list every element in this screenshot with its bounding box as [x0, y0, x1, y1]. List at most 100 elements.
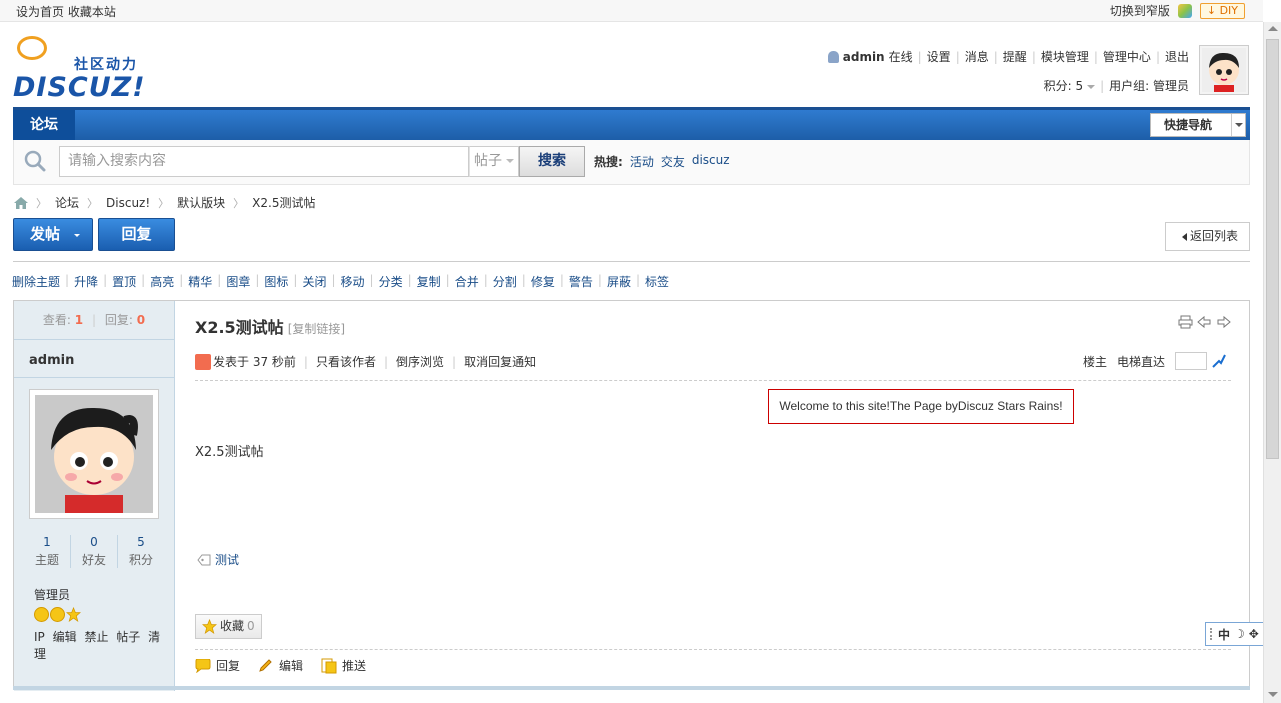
mod-tag[interactable]: 标签 [645, 273, 669, 290]
settings-link[interactable]: 设置 [927, 48, 951, 65]
mod-delete-thread[interactable]: 删除主题 [12, 273, 60, 290]
copy-link[interactable]: [复制链接] [288, 322, 345, 336]
mod-split[interactable]: 分割 [493, 273, 517, 290]
welcome-notice: Welcome to this site!The Page byDiscuz S… [768, 389, 1074, 424]
print-icon[interactable] [1178, 315, 1193, 329]
author-threads[interactable]: 1 主题 [24, 535, 71, 568]
breadcrumb-item[interactable]: 论坛 [55, 194, 79, 211]
points-link[interactable]: 积分: 5 [1044, 77, 1096, 94]
tag-link[interactable]: 测试 [215, 551, 239, 568]
mod-digest[interactable]: 精华 [188, 273, 212, 290]
author-edit-link[interactable]: 编辑 [53, 630, 77, 644]
go-icon[interactable] [1211, 353, 1227, 369]
diy-button[interactable]: ↓ DIY [1199, 2, 1245, 19]
mod-bump[interactable]: 升降 [74, 273, 98, 290]
messages-link[interactable]: 消息 [965, 48, 989, 65]
floor-jump-input[interactable] [1175, 352, 1207, 370]
bookmark-link[interactable]: 收藏本站 [68, 5, 116, 19]
author-ban-link[interactable]: 禁止 [84, 630, 108, 644]
author-avatar[interactable] [29, 389, 159, 519]
home-icon[interactable] [14, 196, 28, 209]
hot-search-link[interactable]: 交友 [661, 153, 685, 170]
thread-tools [1178, 315, 1231, 329]
quick-nav-button[interactable]: 快捷导航 [1150, 113, 1246, 137]
scrollbar-thumb[interactable] [1266, 39, 1279, 459]
cancel-notify-link[interactable]: 取消回复通知 [464, 353, 536, 370]
drag-handle[interactable] [1210, 628, 1214, 640]
post-push-label: 推送 [342, 659, 367, 673]
post-content: X2.5测试帖 [复制链接] 发表于 37 秒前 | 只看该作者 | 倒序浏览 |… [176, 301, 1249, 691]
quick-nav-label: 快捷导航 [1164, 118, 1213, 132]
breadcrumb-item[interactable]: Discuz! [106, 196, 150, 210]
search-type-select[interactable]: 帖子 [469, 146, 519, 177]
header-avatar[interactable] [1199, 45, 1249, 95]
moon-icon[interactable]: ☽ [1234, 627, 1245, 641]
set-home-link[interactable]: 设为首页 [16, 5, 64, 19]
pencil-icon [259, 658, 272, 672]
scroll-up-icon[interactable] [1268, 26, 1278, 31]
next-thread-icon[interactable] [1216, 315, 1231, 329]
only-author-link[interactable]: 只看该作者 [316, 353, 376, 370]
logo-bubble-icon [17, 36, 47, 60]
reply-button[interactable]: 回复 [98, 218, 175, 251]
logout-link[interactable]: 退出 [1165, 48, 1189, 65]
notifications-link[interactable]: 提醒 [1003, 48, 1027, 65]
post-edit-button[interactable]: 编辑 [258, 657, 303, 674]
author-points-count: 5 [137, 535, 145, 549]
post-push-button[interactable]: 推送 [321, 657, 366, 674]
jump-label: 电梯直达 [1116, 354, 1165, 369]
mod-highlight[interactable]: 高亮 [150, 273, 174, 290]
mod-close[interactable]: 关闭 [302, 273, 326, 290]
back-to-list-button[interactable]: 返回列表 [1165, 222, 1250, 251]
module-manage-link[interactable]: 模块管理 [1041, 48, 1089, 65]
thread-title: X2.5测试帖 [复制链接] [195, 314, 345, 338]
new-post-button[interactable]: 发帖 [13, 218, 93, 251]
reverse-order-link[interactable]: 倒序浏览 [396, 353, 444, 370]
mod-move[interactable]: 移动 [341, 273, 365, 290]
online-status[interactable]: 在线 [889, 48, 913, 65]
username-link[interactable]: admin [843, 50, 885, 64]
favorite-button[interactable]: 收藏 0 [195, 614, 262, 639]
breadcrumb-item[interactable]: X2.5测试帖 [252, 194, 315, 211]
author-posts-link[interactable]: 帖子 [116, 630, 140, 644]
post-author-sidebar: 查看: 1 | 回复: 0 admin 1 主题 0 好友 5 积分 管理员 I… [14, 301, 175, 691]
site-logo[interactable]: 社区动力 DISCUZ! [13, 32, 153, 103]
prev-thread-icon[interactable] [1197, 315, 1212, 329]
post-body: X2.5测试帖 [195, 445, 264, 460]
hot-search-link[interactable]: 活动 [630, 153, 654, 170]
admin-center-link[interactable]: 管理中心 [1103, 48, 1151, 65]
user-group-link[interactable]: 用户组: 管理员 [1109, 77, 1189, 94]
author-ip-link[interactable]: IP [34, 630, 45, 644]
post-tags: 测试 [197, 551, 239, 568]
author-points[interactable]: 5 积分 [118, 535, 164, 568]
smiley-icon [50, 607, 65, 622]
mod-icon[interactable]: 图标 [264, 273, 288, 290]
logo-slogan: 社区动力 [74, 57, 138, 73]
mod-ban[interactable]: 屏蔽 [607, 273, 631, 290]
search-button[interactable]: 搜索 [519, 146, 585, 177]
post-reply-button[interactable]: 回复 [195, 657, 240, 674]
author-friends-count: 0 [90, 535, 98, 549]
hot-search-link[interactable]: discuz [692, 153, 730, 170]
author-name[interactable]: admin [29, 353, 74, 368]
punctuation-icon[interactable]: ✥ [1249, 627, 1259, 641]
breadcrumb-item[interactable]: 默认版块 [177, 194, 225, 211]
author-group[interactable]: 管理员 [34, 586, 70, 603]
mod-stamp[interactable]: 图章 [226, 273, 250, 290]
search-input[interactable]: 请输入搜索内容 [59, 146, 469, 177]
author-friends[interactable]: 0 好友 [71, 535, 118, 568]
vertical-scrollbar[interactable] [1263, 22, 1281, 703]
avatar-face-icon [1202, 48, 1246, 92]
tab-forum[interactable]: 论坛 [13, 110, 75, 140]
mod-copy[interactable]: 复制 [417, 273, 441, 290]
mod-warn[interactable]: 警告 [569, 273, 593, 290]
mod-repair[interactable]: 修复 [531, 273, 555, 290]
mod-merge[interactable]: 合并 [455, 273, 479, 290]
mod-category[interactable]: 分类 [379, 273, 403, 290]
author-rank-icons [34, 607, 81, 622]
style-icon[interactable] [1177, 3, 1192, 18]
mod-stick[interactable]: 置顶 [112, 273, 136, 290]
scroll-down-icon[interactable] [1268, 692, 1278, 697]
switch-width-link[interactable]: 切换到窄版 [1110, 2, 1170, 19]
ime-language[interactable]: 中 [1218, 626, 1230, 643]
